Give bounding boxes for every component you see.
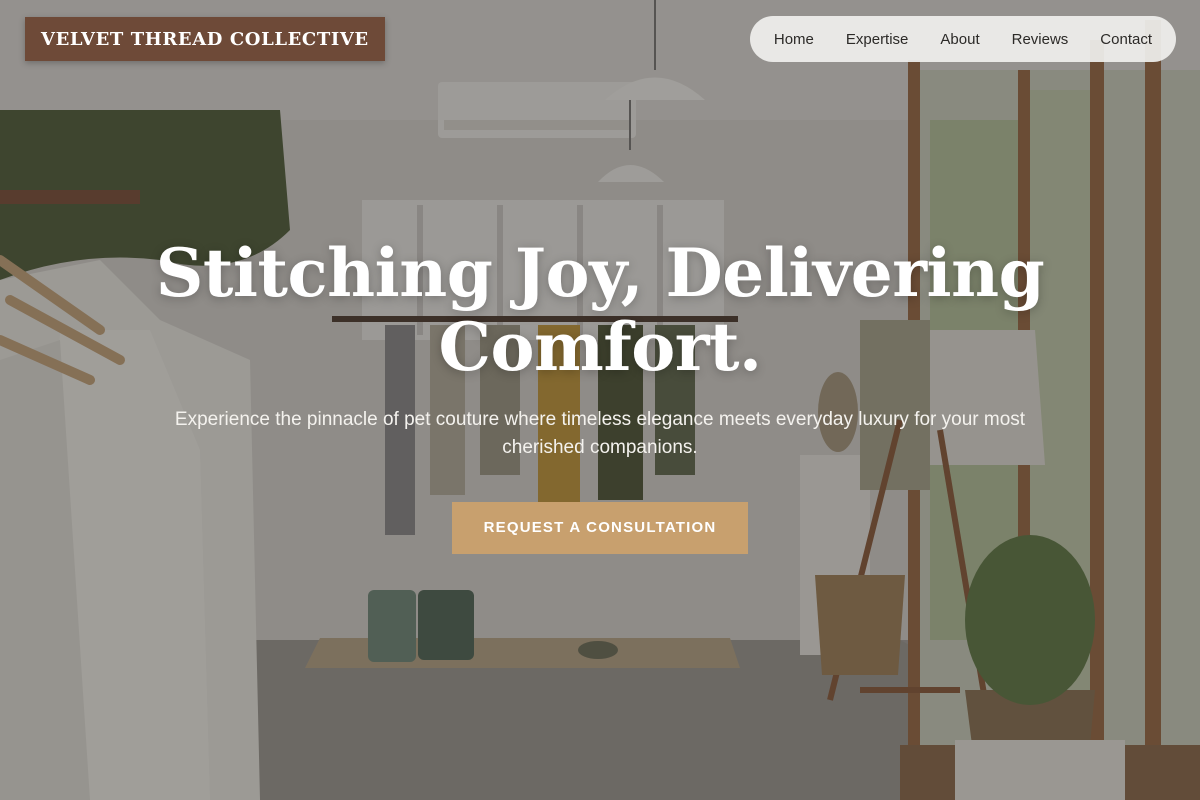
hero-section: Stitching Joy, Delivering Comfort. Exper… <box>0 236 1200 554</box>
hero-subtitle: Experience the pinnacle of pet couture w… <box>174 409 1026 458</box>
main-navigation: Home Expertise About Reviews Contact <box>749 16 1176 62</box>
request-consultation-button[interactable]: REQUEST A CONSULTATION <box>451 502 749 554</box>
nav-item-contact[interactable]: Contact <box>1100 31 1152 48</box>
nav-item-about[interactable]: About <box>940 31 979 48</box>
nav-item-expertise[interactable]: Expertise <box>846 31 909 48</box>
brand-name: VELVET THREAD COLLECTIVE <box>41 28 369 50</box>
brand-logo[interactable]: VELVET THREAD COLLECTIVE <box>25 17 385 61</box>
nav-item-reviews[interactable]: Reviews <box>1012 31 1069 48</box>
nav-item-home[interactable]: Home <box>774 31 814 48</box>
hero-title: Stitching Joy, Delivering Comfort. <box>155 234 1045 386</box>
